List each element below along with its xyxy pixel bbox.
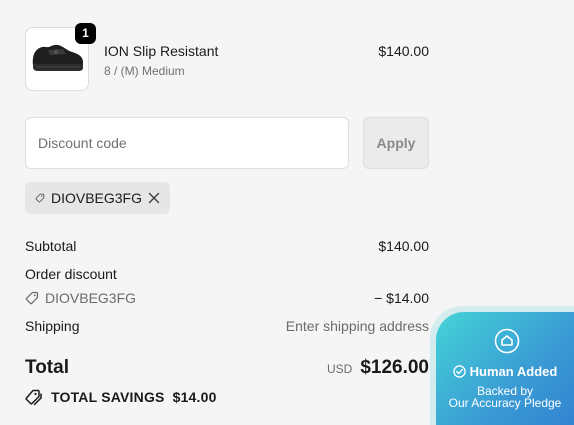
- remove-discount-button[interactable]: [148, 192, 160, 204]
- order-summary: 1 ION Slip Resistant 8 / (M) Medium $140…: [25, 23, 429, 406]
- product-variant: 8 / (M) Medium: [104, 64, 185, 78]
- product-thumbnail: 1: [25, 23, 96, 91]
- applied-discount-tag: DIOVBEG3FG: [25, 182, 170, 214]
- apply-button[interactable]: Apply: [363, 117, 429, 169]
- shoe-image: [32, 44, 83, 71]
- total-savings-value: $14.00: [172, 389, 217, 405]
- order-discount-code: DIOVBEG3FG: [45, 290, 137, 306]
- order-discount-value: − $14.00: [374, 290, 429, 306]
- close-icon: [148, 192, 160, 204]
- product-price: $140.00: [378, 43, 429, 59]
- check-circle-icon: [452, 365, 466, 378]
- quantity-badge: 1: [75, 23, 96, 44]
- pledge-title: Human Added: [469, 364, 558, 379]
- total-row: Total USD $126.00: [25, 357, 429, 383]
- total-savings-row: TOTAL SAVINGS $14.00: [25, 388, 429, 406]
- tag-icon: [35, 193, 45, 203]
- pledge-emblem-icon: [494, 328, 520, 354]
- total-label: Total: [25, 357, 69, 378]
- discount-form: Apply: [25, 117, 429, 169]
- tags-icon: [25, 389, 42, 406]
- discount-code-input[interactable]: [25, 117, 349, 169]
- product-name: ION Slip Resistant: [104, 43, 219, 59]
- shipping-label: Shipping: [25, 318, 80, 334]
- subtotal-label: Subtotal: [25, 238, 77, 254]
- line-item: 1 ION Slip Resistant 8 / (M) Medium $140…: [25, 23, 429, 93]
- subtotal-value: $140.00: [378, 238, 429, 254]
- order-discount-label: Order discount: [25, 266, 117, 282]
- accuracy-pledge-badge[interactable]: Human Added Backed by Our Accuracy Pledg…: [436, 312, 574, 425]
- applied-discount-code: DIOVBEG3FG: [50, 190, 142, 206]
- pledge-line-2: Our Accuracy Pledge: [448, 396, 562, 410]
- total-currency: USD: [326, 362, 353, 376]
- shipping-value: Enter shipping address: [285, 318, 429, 334]
- total-savings-label: TOTAL SAVINGS: [51, 389, 165, 405]
- total-amount: $126.00: [360, 357, 429, 378]
- tag-icon: [25, 291, 39, 305]
